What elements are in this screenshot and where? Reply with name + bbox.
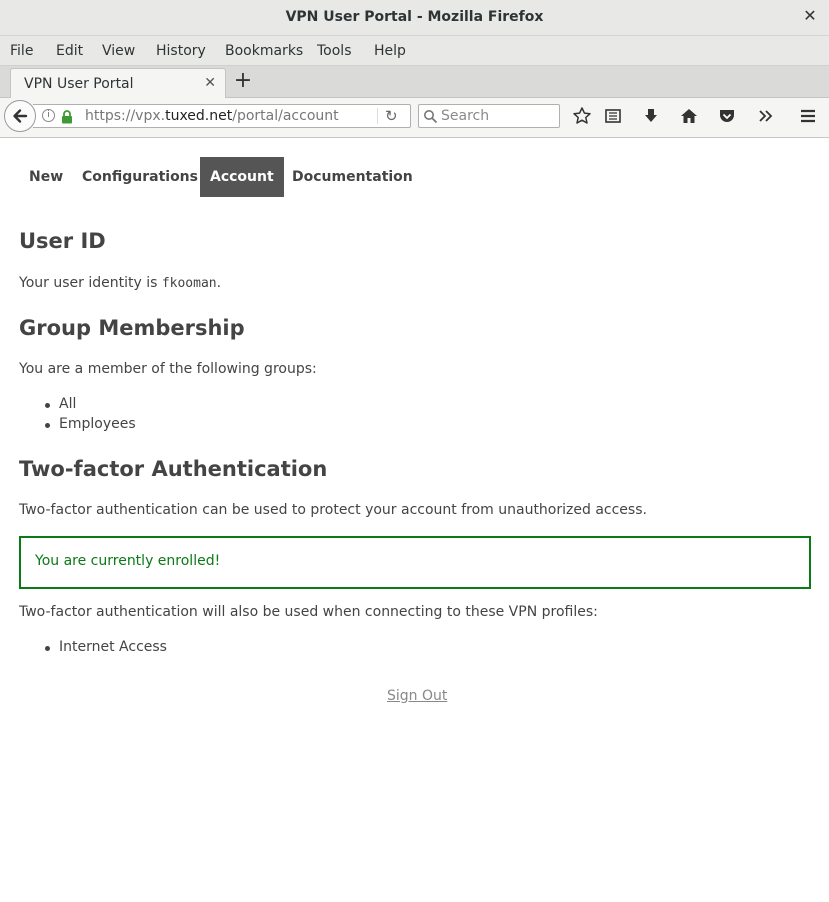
- menu-history[interactable]: History: [156, 43, 206, 59]
- search-bar[interactable]: [418, 104, 560, 128]
- navigation-bar: i https://vpx.tuxed.net/portal/account ↻: [0, 98, 829, 138]
- vpn-profiles-intro: Two-factor authentication will also be u…: [19, 604, 598, 620]
- menu-file[interactable]: File: [10, 43, 33, 59]
- enrolled-status-box: You are currently enrolled!: [19, 536, 811, 589]
- menu-tools[interactable]: Tools: [317, 43, 352, 59]
- nav-configurations[interactable]: Configurations: [72, 157, 208, 197]
- reading-list-icon[interactable]: [603, 106, 625, 128]
- group-item: All: [44, 396, 77, 412]
- downloads-icon[interactable]: [641, 106, 663, 128]
- back-button[interactable]: [4, 100, 36, 132]
- menu-bookmarks[interactable]: Bookmarks: [225, 43, 303, 59]
- nav-account[interactable]: Account: [200, 157, 284, 197]
- url-text[interactable]: https://vpx.tuxed.net/portal/account: [85, 108, 339, 124]
- close-icon[interactable]: ✕: [802, 8, 818, 24]
- browser-tab[interactable]: VPN User Portal ✕: [10, 68, 226, 98]
- user-id-heading: User ID: [19, 229, 106, 253]
- two-factor-heading: Two-factor Authentication: [19, 457, 328, 481]
- back-arrow-icon: [13, 109, 28, 123]
- info-icon[interactable]: i: [42, 109, 55, 122]
- two-factor-intro: Two-factor authentication can be used to…: [19, 502, 647, 518]
- reload-icon[interactable]: ↻: [385, 107, 398, 125]
- enrolled-status-text: You are currently enrolled!: [35, 553, 221, 569]
- group-item: Employees: [45, 416, 136, 432]
- menu-bar: File Edit View History Bookmarks Tools H…: [0, 36, 829, 66]
- tab-close-icon[interactable]: ✕: [204, 75, 216, 91]
- search-icon: [423, 109, 438, 128]
- groups-intro: You are a member of the following groups…: [19, 361, 317, 377]
- new-tab-icon[interactable]: +: [232, 70, 254, 94]
- vpn-profile-item: Internet Access: [45, 639, 167, 655]
- window-title: VPN User Portal - Mozilla Firefox: [285, 9, 544, 25]
- menu-help[interactable]: Help: [374, 43, 406, 59]
- group-membership-heading: Group Membership: [19, 316, 245, 340]
- user-identity-text: Your user identity is fkooman.: [19, 275, 222, 291]
- overflow-chevron-icon[interactable]: [756, 106, 778, 128]
- pocket-icon[interactable]: [717, 106, 739, 128]
- nav-new[interactable]: New: [19, 157, 73, 197]
- url-bar[interactable]: i https://vpx.tuxed.net/portal/account ↻: [33, 104, 411, 128]
- nav-documentation[interactable]: Documentation: [282, 157, 423, 197]
- menu-edit[interactable]: Edit: [56, 43, 83, 59]
- search-input[interactable]: [441, 107, 553, 125]
- hamburger-menu-icon[interactable]: [798, 106, 820, 128]
- username: fkooman: [161, 276, 217, 291]
- tab-title: VPN User Portal: [24, 76, 134, 92]
- window-titlebar: VPN User Portal - Mozilla Firefox ✕: [0, 0, 829, 36]
- tab-strip: VPN User Portal ✕ +: [0, 66, 829, 98]
- menu-view[interactable]: View: [102, 43, 135, 59]
- home-icon[interactable]: [679, 106, 701, 128]
- sign-out-button[interactable]: Sign Out: [387, 688, 447, 704]
- lock-icon[interactable]: [61, 110, 73, 128]
- bookmark-star-icon[interactable]: [572, 106, 594, 128]
- url-separator: [377, 108, 378, 124]
